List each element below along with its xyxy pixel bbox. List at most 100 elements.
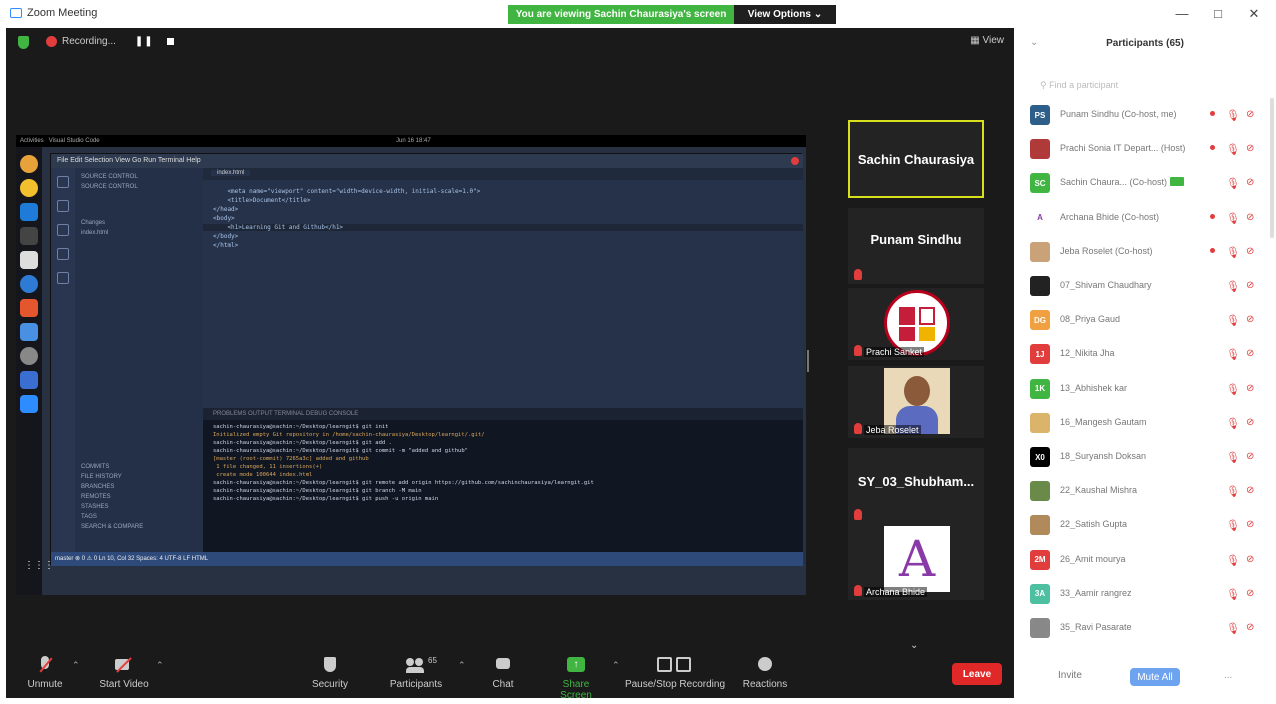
- avatar: [1030, 515, 1050, 536]
- video-off-icon[interactable]: ⊘: [1246, 212, 1254, 223]
- video-off-icon[interactable]: ⊘: [1246, 485, 1254, 496]
- minimize-button[interactable]: —: [1172, 6, 1192, 21]
- sidebar-line[interactable]: REMOTES: [81, 494, 111, 500]
- muted-mic-icon[interactable]: 🎙: [1226, 314, 1240, 327]
- vscode-statusbar: master ⊗ 0 ⚠ 0 Ln 10, Col 32 Spaces: 4 U…: [51, 552, 803, 566]
- video-tile[interactable]: A Archana Bhide: [848, 524, 984, 600]
- mute-all-button[interactable]: Mute All: [1130, 668, 1180, 686]
- participant-row[interactable]: Jeba Roselet (Co-host) 🎙 ⊘: [1014, 237, 1276, 267]
- more-button[interactable]: ...: [1224, 670, 1232, 681]
- sidebar-line[interactable]: STASHES: [81, 504, 109, 510]
- video-tile[interactable]: SY_03_Shubham...: [848, 448, 984, 524]
- video-off-icon[interactable]: ⊘: [1246, 109, 1254, 120]
- video-off-icon[interactable]: ⊘: [1246, 417, 1254, 428]
- unmute-button[interactable]: Unmute ⌃: [20, 656, 80, 690]
- stop-recording-icon[interactable]: [166, 38, 174, 45]
- muted-mic-icon[interactable]: 🎙: [1226, 622, 1240, 635]
- muted-mic-icon[interactable]: 🎙: [1226, 519, 1240, 532]
- muted-mic-icon[interactable]: 🎙: [1226, 348, 1240, 361]
- scrollbar[interactable]: [1270, 98, 1274, 238]
- reactions-button[interactable]: Reactions: [740, 656, 790, 690]
- video-off-icon[interactable]: ⊘: [1246, 519, 1254, 530]
- pause-stop-recording-button[interactable]: Pause/Stop Recording: [620, 656, 730, 690]
- shield-icon[interactable]: [18, 36, 29, 49]
- participant-row[interactable]: 35_Ravi Pasarate 🎙 ⊘: [1014, 613, 1276, 643]
- video-off-icon[interactable]: ⊘: [1246, 280, 1254, 291]
- sidebar-line[interactable]: Changes: [81, 220, 105, 226]
- participant-row[interactable]: X0 18_Suryansh Doksan 🎙 ⊘: [1014, 442, 1276, 472]
- video-off-icon[interactable]: ⊘: [1246, 588, 1254, 599]
- panel-footer: Invite Mute All ...: [1014, 660, 1276, 698]
- sidebar-line[interactable]: SOURCE CONTROL: [81, 174, 138, 180]
- participant-name: 26_Amit mourya: [1060, 553, 1126, 564]
- maximize-button[interactable]: □: [1208, 6, 1228, 21]
- sidebar-line[interactable]: COMMITS: [81, 464, 109, 470]
- sidebar-line[interactable]: FILE HISTORY: [81, 474, 122, 480]
- video-off-icon[interactable]: ⊘: [1246, 143, 1254, 154]
- muted-mic-icon[interactable]: 🎙: [1226, 485, 1240, 498]
- security-button[interactable]: Security: [308, 656, 352, 690]
- view-options-button[interactable]: View Options ⌄: [734, 5, 836, 24]
- shield-shape: [324, 657, 336, 672]
- leave-button[interactable]: Leave: [952, 663, 1002, 685]
- sidebar-line[interactable]: BRANCHES: [81, 484, 114, 490]
- participant-row[interactable]: 3A 33_Aamir rangrez 🎙 ⊘: [1014, 579, 1276, 609]
- participant-search-input[interactable]: ⚲ Find a participant: [1028, 76, 1258, 94]
- muted-mic-icon[interactable]: 🎙: [1226, 588, 1240, 601]
- video-off-icon[interactable]: ⊘: [1246, 554, 1254, 565]
- muted-mic-icon[interactable]: 🎙: [1226, 383, 1240, 396]
- participant-row[interactable]: A Archana Bhide (Co-host) 🎙 ⊘: [1014, 203, 1276, 233]
- chevron-up-icon[interactable]: ⌃: [72, 660, 80, 671]
- participant-row[interactable]: 07_Shivam Chaudhary 🎙 ⊘: [1014, 271, 1276, 301]
- participant-row[interactable]: 1J 12_Nikita Jha 🎙 ⊘: [1014, 339, 1276, 369]
- video-off-icon[interactable]: ⊘: [1246, 383, 1254, 394]
- muted-mic-icon[interactable]: 🎙: [1226, 246, 1240, 259]
- video-tile[interactable]: Jeba Roselet: [848, 366, 984, 438]
- muted-mic-icon[interactable]: 🎙: [1226, 451, 1240, 464]
- video-off-icon[interactable]: ⊘: [1246, 348, 1254, 359]
- close-button[interactable]: ✕: [1244, 6, 1264, 22]
- participants-button[interactable]: 65 Participants ⌃: [386, 656, 466, 690]
- muted-mic-icon[interactable]: 🎙: [1226, 280, 1240, 293]
- muted-mic-icon[interactable]: 🎙: [1226, 109, 1240, 122]
- video-tile-active-speaker[interactable]: Sachin Chaurasiya: [848, 120, 984, 198]
- participant-row[interactable]: PS Punam Sindhu (Co-host, me) 🎙 ⊘: [1014, 100, 1276, 130]
- participant-row[interactable]: Prachi Sonia IT Depart... (Host) 🎙 ⊘: [1014, 134, 1276, 164]
- start-video-button[interactable]: Start Video ⌃: [94, 656, 164, 690]
- participant-row[interactable]: 16_Mangesh Gautam 🎙 ⊘: [1014, 408, 1276, 438]
- invite-button[interactable]: Invite: [1058, 670, 1082, 681]
- editor-tab: index.html: [211, 170, 251, 176]
- resize-handle[interactable]: [807, 350, 809, 372]
- vscode-menubar: File Edit Selection View Go Run Terminal…: [51, 154, 803, 168]
- video-off-icon[interactable]: ⊘: [1246, 177, 1254, 188]
- video-tile[interactable]: Punam Sindhu: [848, 208, 984, 284]
- video-off-icon[interactable]: ⊘: [1246, 451, 1254, 462]
- sidebar-line[interactable]: SOURCE CONTROL: [81, 184, 138, 190]
- pause-recording-icon[interactable]: ❚❚: [135, 36, 154, 47]
- participant-row[interactable]: DG 08_Priya Gaud 🎙 ⊘: [1014, 305, 1276, 335]
- muted-mic-icon[interactable]: 🎙: [1226, 177, 1240, 190]
- view-button[interactable]: ▦ View: [970, 35, 1004, 46]
- chevron-up-icon[interactable]: ⌃: [458, 660, 466, 671]
- muted-mic-icon[interactable]: 🎙: [1226, 212, 1240, 225]
- share-screen-button[interactable]: ↑ Share Screen ⌃: [546, 656, 620, 701]
- video-off-icon[interactable]: ⊘: [1246, 622, 1254, 633]
- participant-row[interactable]: 22_Kaushal Mishra 🎙 ⊘: [1014, 476, 1276, 506]
- video-off-icon[interactable]: ⊘: [1246, 246, 1254, 257]
- chat-button[interactable]: Chat: [488, 656, 518, 690]
- participant-row[interactable]: 22_Satish Gupta 🎙 ⊘: [1014, 510, 1276, 540]
- participant-row[interactable]: 2M 26_Amit mourya 🎙 ⊘: [1014, 545, 1276, 575]
- video-tile[interactable]: Prachi Sanket: [848, 288, 984, 360]
- chevron-up-icon[interactable]: ⌃: [612, 660, 620, 671]
- sidebar-line[interactable]: TAGS: [81, 514, 97, 520]
- sidebar-line[interactable]: SEARCH & COMPARE: [81, 524, 143, 530]
- app-title: Zoom Meeting: [10, 7, 97, 19]
- muted-mic-icon[interactable]: 🎙: [1226, 417, 1240, 430]
- sidebar-line[interactable]: index.html: [81, 230, 108, 236]
- muted-mic-icon[interactable]: 🎙: [1226, 554, 1240, 567]
- muted-mic-icon[interactable]: 🎙: [1226, 143, 1240, 156]
- participant-row[interactable]: SC Sachin Chaura... (Co-host) 🎙 ⊘: [1014, 168, 1276, 198]
- participant-row[interactable]: 1K 13_Abhishek kar 🎙 ⊘: [1014, 374, 1276, 404]
- chevron-up-icon[interactable]: ⌃: [156, 660, 164, 671]
- video-off-icon[interactable]: ⊘: [1246, 314, 1254, 325]
